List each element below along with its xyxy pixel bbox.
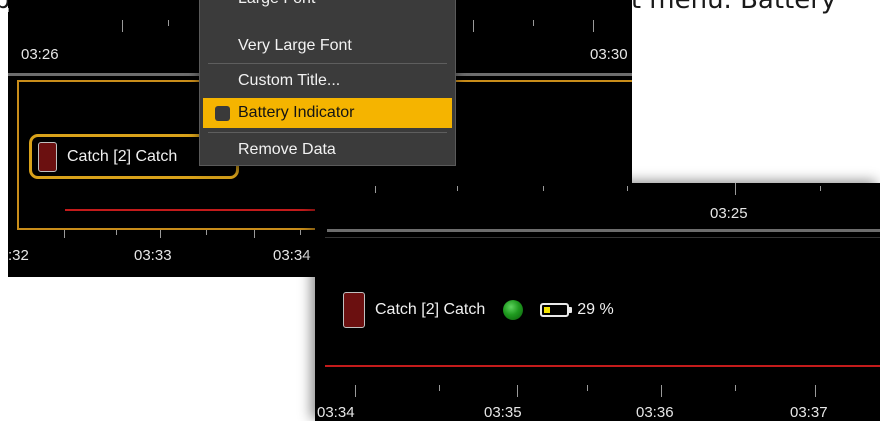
- time-label: 03:33: [134, 247, 172, 264]
- menu-item-battery-indicator[interactable]: Battery Indicator: [203, 98, 452, 128]
- ruler-tick: [457, 186, 458, 191]
- time-label: 03:35: [484, 404, 522, 421]
- ruler-tick: [587, 385, 588, 391]
- battery-percent: 29 %: [577, 301, 614, 318]
- data-line: [325, 365, 880, 367]
- ruler-tick: [543, 186, 544, 191]
- ruler-tick: [627, 186, 628, 191]
- time-label: 03:34: [273, 247, 311, 264]
- time-label: :32: [8, 247, 29, 264]
- ruler-divider: [327, 229, 880, 232]
- menu-item-remove-data[interactable]: Remove Data: [200, 135, 455, 165]
- ruler-tick: [375, 186, 376, 193]
- battery-indicator: 29 %: [540, 301, 614, 319]
- record-indicator: [343, 292, 365, 328]
- ruler-tick: [661, 385, 662, 397]
- time-ruler-bottom: 03:34 03:35 03:36 03:37: [315, 385, 880, 421]
- ruler-tick: [473, 20, 474, 32]
- battery-level: [544, 307, 551, 313]
- data-line: [65, 209, 325, 211]
- timeline-item-label: Catch [2] Catch: [67, 147, 178, 165]
- timeline-panel-front: 03:25 Catch [2] Catch 29 % 03:34 03:35 0…: [315, 183, 880, 421]
- ruler-tick: [8, 8, 9, 12]
- ruler-tick: [122, 20, 123, 32]
- time-label: 03:36: [636, 404, 674, 421]
- ruler-tick: [735, 385, 736, 391]
- ruler-tick: [517, 385, 518, 397]
- time-label: 03:34: [317, 404, 355, 421]
- time-label: 03:26: [21, 46, 59, 63]
- menu-item-label: Battery Indicator: [238, 104, 355, 121]
- ruler-tick: [533, 20, 534, 26]
- menu-item-very-large-font[interactable]: Very Large Font: [200, 31, 455, 61]
- menu-item-large-font[interactable]: Large Font: [200, 0, 455, 14]
- timeline-item-label: Catch [2] Catch: [375, 301, 486, 318]
- context-menu: Large Font Very Large Font Custom Title.…: [199, 0, 456, 166]
- time-label: 03:25: [710, 205, 748, 222]
- ruler-tick: [593, 20, 594, 32]
- menu-separator: [208, 132, 447, 133]
- menu-separator: [208, 63, 447, 64]
- ruler-tick: [206, 230, 207, 235]
- battery-icon: [540, 303, 570, 317]
- ruler-tick: [439, 385, 440, 391]
- menu-item-custom-title[interactable]: Custom Title...: [200, 66, 455, 96]
- time-label: 03:30: [590, 46, 628, 63]
- ruler-tick: [815, 385, 816, 397]
- ruler-tick: [116, 230, 117, 235]
- timeline-item-chip[interactable]: Catch [2] Catch 29 %: [343, 292, 614, 328]
- ruler-tick: [254, 230, 255, 238]
- ruler-tick: [300, 230, 301, 235]
- time-label: 03:37: [790, 404, 828, 421]
- status-dot-icon: [503, 300, 524, 320]
- record-indicator: [38, 141, 57, 172]
- ruler-tick: [735, 183, 736, 195]
- ruler-tick: [168, 20, 169, 26]
- ruler-tick: [64, 230, 65, 238]
- time-ruler-top: 03:25: [315, 183, 880, 229]
- ruler-tick: [355, 385, 356, 397]
- checkbox-icon: [215, 106, 230, 121]
- ruler-tick: [820, 186, 821, 191]
- ruler-tick: [160, 230, 161, 238]
